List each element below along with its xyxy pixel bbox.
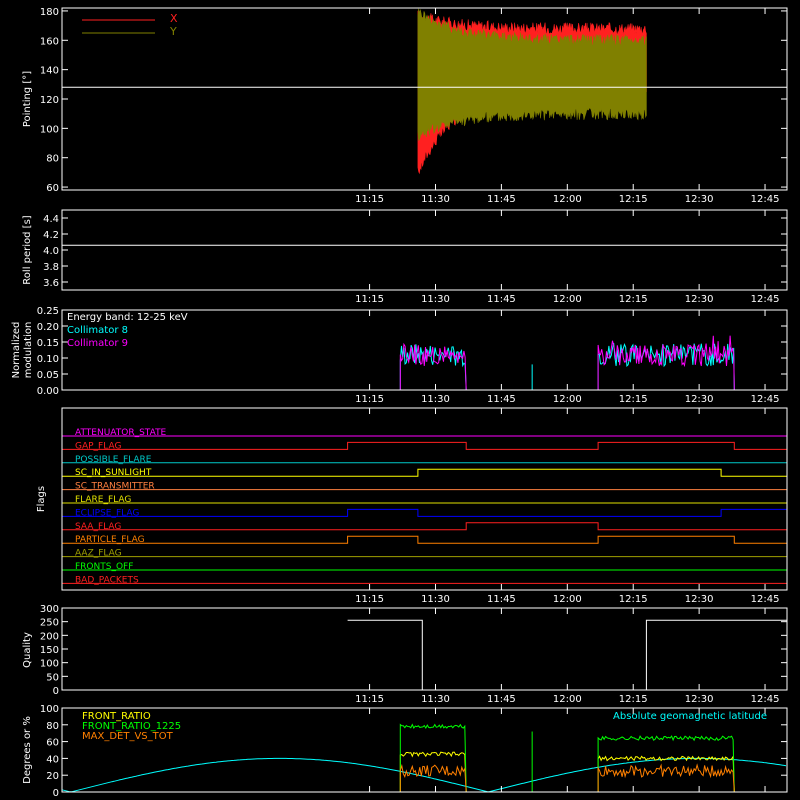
time-label: 11:15 xyxy=(355,294,384,305)
time-label: 12:00 xyxy=(553,294,582,305)
time-label: 11:45 xyxy=(487,294,516,305)
y-tick-label: 4.2 xyxy=(43,230,59,241)
legend-energy-band: Energy band: 12-25 keV xyxy=(67,312,188,323)
time-label: 11:45 xyxy=(487,594,516,605)
y-tick-label: 200 xyxy=(40,631,59,642)
y-tick-label: 4.4 xyxy=(43,214,59,225)
time-label: 12:30 xyxy=(685,394,714,405)
y-tick-label: 0.10 xyxy=(37,354,59,365)
time-label: 12:00 xyxy=(553,394,582,405)
time-label: 11:15 xyxy=(355,694,384,705)
y-tick-label: 50 xyxy=(46,672,59,683)
time-label: 12:45 xyxy=(751,694,780,705)
figure: 60 80 100 120 140 160 180 Pointing [°] X Y 11:… xyxy=(0,0,800,800)
legend-collimator-9: Collimator 9 xyxy=(67,338,128,349)
modulation-ylabel-line1: Normalized xyxy=(11,322,22,379)
flags-ylabel: Flags xyxy=(36,486,47,512)
y-tick-label: 140 xyxy=(40,66,59,77)
time-label: 12:15 xyxy=(619,594,648,605)
y-tick-label: 3.6 xyxy=(43,278,59,289)
time-label: 11:45 xyxy=(487,194,516,205)
y-tick-label: 180 xyxy=(40,7,59,18)
time-label: 12:15 xyxy=(619,294,648,305)
y-tick-label: 100 xyxy=(40,659,59,670)
time-label: 11:45 xyxy=(487,394,516,405)
y-tick-label: 100 xyxy=(40,124,59,135)
time-label: 12:30 xyxy=(685,294,714,305)
time-label: 12:00 xyxy=(553,194,582,205)
legend-x-label: X xyxy=(170,12,178,25)
y-tick-label: 20 xyxy=(46,771,59,782)
y-tick-label: 3.8 xyxy=(43,262,59,273)
time-label: 12:30 xyxy=(685,194,714,205)
time-label: 12:30 xyxy=(685,594,714,605)
roll-ylabel: Roll period [s] xyxy=(22,215,33,284)
y-tick-label: 150 xyxy=(40,645,59,656)
y-tick-label: 40 xyxy=(46,754,59,765)
modulation-ylabel-line2: modulation xyxy=(23,322,34,379)
y-tick-label: 300 xyxy=(40,604,59,615)
y-tick-label: 120 xyxy=(40,95,59,106)
time-label: 12:45 xyxy=(751,594,780,605)
y-tick-label: 80 xyxy=(46,154,59,165)
y-tick-label: 60 xyxy=(46,183,59,194)
time-label: 11:30 xyxy=(421,394,450,405)
y-tick-label: 0.05 xyxy=(37,370,59,381)
legend-y-label: Y xyxy=(169,25,177,38)
y-tick-label: 0 xyxy=(53,686,59,697)
y-tick-label: 0 xyxy=(53,788,59,799)
time-label: 12:00 xyxy=(553,694,582,705)
time-label: 12:45 xyxy=(751,394,780,405)
y-tick-label: 80 xyxy=(46,721,59,732)
quality-ylabel: Quality xyxy=(22,632,33,668)
y-tick-label: 100 xyxy=(40,704,59,715)
time-label: 11:30 xyxy=(421,294,450,305)
time-label: 12:45 xyxy=(751,194,780,205)
time-label: 12:00 xyxy=(553,594,582,605)
y-tick-label: 0.00 xyxy=(37,386,59,397)
time-label: 12:45 xyxy=(751,294,780,305)
time-label: 12:30 xyxy=(685,694,714,705)
y-tick-label: 4.0 xyxy=(43,246,59,257)
y-tick-label: 0.15 xyxy=(37,338,59,349)
time-label: 11:45 xyxy=(487,694,516,705)
annotation-geomagnetic-latitude: Absolute geomagnetic latitude xyxy=(613,711,767,722)
time-label: 11:30 xyxy=(421,194,450,205)
pointing-ylabel: Pointing [°] xyxy=(22,71,33,127)
time-label: 11:15 xyxy=(355,194,384,205)
time-label: 11:15 xyxy=(355,594,384,605)
time-label: 11:15 xyxy=(355,394,384,405)
time-label: 12:15 xyxy=(619,694,648,705)
y-tick-label: 60 xyxy=(46,738,59,749)
legend-collimator-8: Collimator 8 xyxy=(67,325,128,336)
legend-max-det-vs-tot: MAX_DET_VS_TOT xyxy=(82,731,174,742)
y-tick-label: 0.25 xyxy=(37,306,59,317)
time-label: 12:15 xyxy=(619,194,648,205)
ratios-ylabel: Degrees or % xyxy=(22,716,33,784)
time-label: 12:15 xyxy=(619,394,648,405)
time-label: 11:30 xyxy=(421,694,450,705)
y-tick-label: 0.20 xyxy=(37,322,59,333)
time-label: 11:30 xyxy=(421,594,450,605)
y-tick-label: 250 xyxy=(40,618,59,629)
y-tick-label: 160 xyxy=(40,36,59,47)
